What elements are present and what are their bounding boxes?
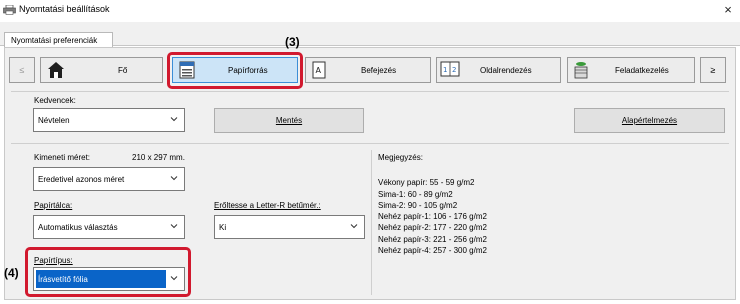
page-layout-icon: 1 2: [440, 61, 460, 77]
output-size-value: Eredetivel azonos méret: [38, 175, 125, 184]
home-icon: [48, 62, 64, 78]
svg-text:1: 1: [443, 66, 447, 74]
letter-r-value: Ki: [219, 223, 227, 232]
chevron-down-icon: [170, 117, 178, 122]
notes-line: Nehéz papír-3: 221 - 256 g/m2: [378, 234, 487, 244]
notes-panel: Megjegyzés: Vékony papír: 55 - 59 g/m2 S…: [378, 152, 487, 256]
save-button[interactable]: Mentés: [214, 108, 364, 133]
highlight-paper-type: [25, 247, 191, 297]
svg-text:A: A: [316, 66, 322, 75]
nav-tab-page-layout-label: Oldalrendezés: [480, 66, 532, 75]
divider-vertical: [371, 150, 372, 295]
nav-tab-finishing[interactable]: A Befejezés: [305, 57, 431, 83]
paper-tray-label: Papírtálca:: [34, 201, 73, 210]
nav-tab-main-label: Fő: [118, 66, 128, 75]
nav-scroll-left-button[interactable]: ≤: [9, 57, 35, 83]
finishing-icon: A: [312, 61, 326, 79]
printer-icon: [3, 5, 16, 15]
output-size-label: Kimeneti méret:: [34, 153, 91, 162]
window-title: Nyomtatási beállítások: [19, 4, 110, 14]
notes-line: Vékony papír: 55 - 59 g/m2: [378, 178, 475, 188]
notes-line: Nehéz papír-1: 106 - 176 g/m2: [378, 212, 487, 222]
chevron-down-icon: [170, 176, 178, 181]
favorites-value: Névtelen: [38, 116, 70, 125]
title-bar: Nyomtatási beállítások ×: [0, 0, 740, 20]
callout-4: (4): [4, 266, 19, 280]
notes-line: Sima-2: 90 - 105 g/m2: [378, 200, 458, 210]
notes-label: Megjegyzés:: [378, 153, 423, 162]
nav-tab-page-layout[interactable]: 1 2 Oldalrendezés: [436, 57, 561, 83]
nav-tab-job-handling[interactable]: Feladatkezelés: [567, 57, 695, 83]
job-handling-icon: [574, 62, 588, 79]
highlight-paper-source-tab: [167, 52, 303, 89]
chevron-down-icon: [350, 224, 358, 229]
tab-preferences[interactable]: Nyomtatási preferenciák: [4, 32, 113, 48]
paper-tray-value: Automatikus választás: [38, 223, 118, 232]
output-size-dropdown[interactable]: Eredetivel azonos méret: [33, 167, 185, 191]
letter-r-dropdown[interactable]: Ki: [214, 215, 365, 239]
nav-tab-finishing-label: Befejezés: [361, 66, 397, 75]
divider-top: [11, 91, 729, 92]
callout-3: (3): [285, 35, 300, 49]
close-button[interactable]: ×: [718, 1, 738, 18]
chevron-down-icon: [170, 224, 178, 229]
output-size-dimensions: 210 x 297 mm.: [132, 153, 185, 162]
svg-text:2: 2: [452, 66, 456, 74]
notes-line: Nehéz papír-4: 257 - 300 g/m2: [378, 246, 487, 256]
nav-scroll-right-button[interactable]: ≥: [700, 57, 726, 83]
defaults-button[interactable]: Alapértelmezés: [574, 108, 725, 133]
favorites-dropdown[interactable]: Névtelen: [33, 108, 185, 132]
nav-tab-job-handling-label: Feladatkezelés: [615, 66, 669, 75]
notes-line: Nehéz papír-2: 177 - 220 g/m2: [378, 223, 487, 233]
favorites-label: Kedvencek:: [34, 96, 76, 105]
notes-line: Sima-1: 60 - 89 g/m2: [378, 189, 453, 199]
letter-r-label: Erőltesse a Letter-R betűmér.:: [214, 201, 321, 210]
paper-tray-dropdown[interactable]: Automatikus választás: [33, 215, 185, 239]
nav-tab-main[interactable]: Fő: [40, 57, 163, 83]
divider-middle: [11, 143, 729, 144]
